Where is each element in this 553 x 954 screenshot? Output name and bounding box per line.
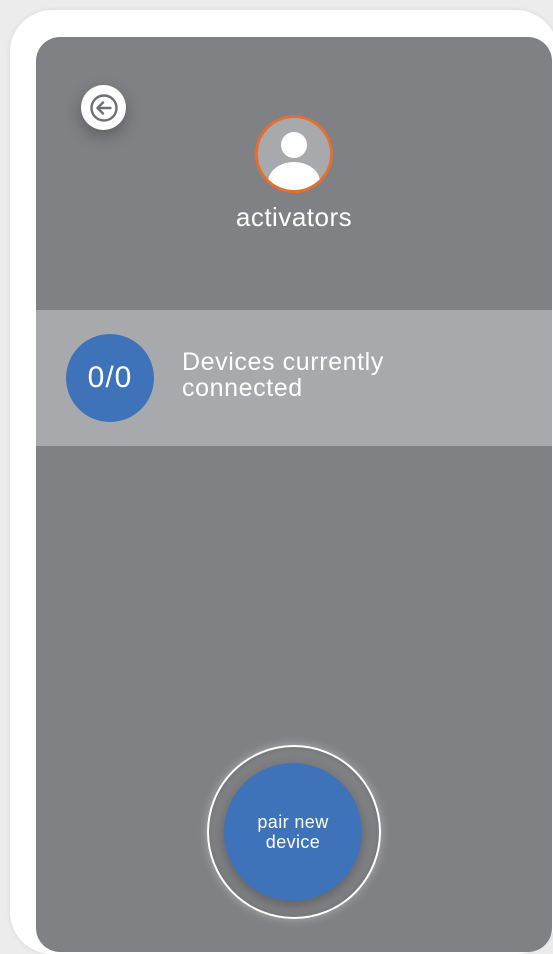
phone-frame: activators 0/0 Devices currently connect… xyxy=(10,10,553,954)
back-button[interactable] xyxy=(81,85,126,130)
pair-new-device-button[interactable]: pair new device xyxy=(224,763,362,901)
profile-name: activators xyxy=(235,202,353,232)
device-status-label: Devices currently connected xyxy=(182,348,384,402)
device-count-badge: 0/0 xyxy=(66,334,154,422)
user-avatar-icon xyxy=(255,115,333,193)
connection-status-band: 0/0 Devices currently connected xyxy=(36,310,552,446)
arrow-left-icon xyxy=(89,93,118,122)
pair-button-label: pair new device xyxy=(257,812,329,852)
app-screen: activators 0/0 Devices currently connect… xyxy=(36,37,552,952)
